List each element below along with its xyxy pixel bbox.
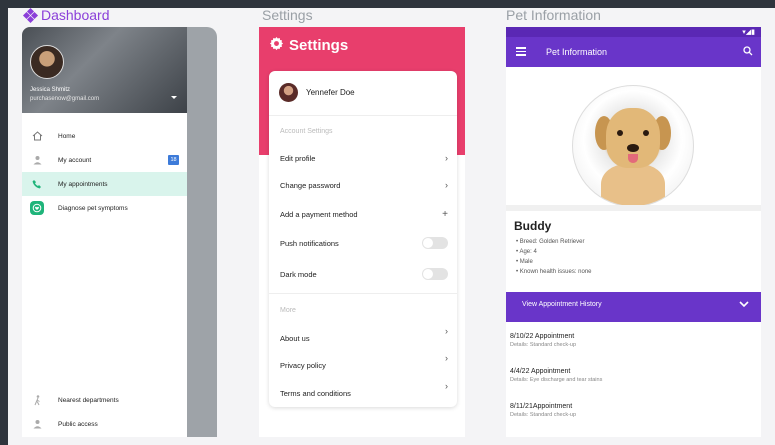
chevron-right-icon: › [445, 381, 448, 391]
sidebar-item-home[interactable]: Home [22, 124, 187, 148]
pet-information-screen: ▾◢▮ Pet Information Buddy Breed: Golden … [506, 27, 761, 437]
push-notifications-row: Push notifications [280, 236, 448, 250]
appointment-history-toggle[interactable]: View Appointment History [506, 292, 761, 322]
user-email: purchasenow@gmail.com [30, 96, 100, 102]
section-more: More [280, 307, 296, 314]
drawer-header: Jessica Shmitz purchasenow@gmail.com [22, 27, 187, 113]
chevron-right-icon: › [445, 180, 448, 190]
profile-row[interactable]: Yennefer Doe [279, 83, 355, 102]
add-payment-method-row[interactable]: Add a payment method + [280, 207, 448, 221]
chevron-right-icon: › [445, 153, 448, 163]
push-notifications-toggle[interactable] [422, 237, 448, 249]
sidebar-item-nearest-departments[interactable]: Nearest departments [22, 388, 187, 412]
avatar[interactable] [30, 45, 64, 79]
search-icon[interactable] [743, 46, 753, 59]
phone-icon [31, 178, 43, 190]
menu-icon[interactable] [516, 47, 526, 56]
person-icon [31, 154, 43, 166]
dark-mode-toggle[interactable] [422, 268, 448, 280]
profile-name: Yennefer Doe [306, 88, 355, 97]
terms-row[interactable]: Terms and conditions › [280, 381, 448, 400]
settings-list: Yennefer Doe Account Settings Edit profi… [269, 71, 457, 407]
privacy-policy-row[interactable]: Privacy policy › [280, 353, 448, 372]
app-bar-title: Pet Information [546, 47, 608, 57]
list-item[interactable]: 8/11/21Appointment Details: Standard che… [510, 403, 576, 418]
pet-name: Buddy [514, 219, 552, 233]
dashboard-drawer: Jessica Shmitz purchasenow@gmail.com Hom… [22, 27, 187, 437]
divider [506, 205, 761, 211]
chevron-down-icon[interactable] [171, 96, 177, 99]
settings-screen: Settings Yennefer Doe Account Settings E… [259, 27, 465, 437]
settings-title: Settings [269, 36, 348, 55]
list-item: Age: 4 [516, 247, 592, 257]
list-item[interactable]: 4/4/22 Appointment Details: Eye discharg… [510, 368, 602, 383]
list-item[interactable]: 8/10/22 Appointment Details: Standard ch… [510, 333, 576, 348]
count-badge: 18 [168, 155, 179, 165]
gear-icon [269, 36, 284, 55]
change-password-row[interactable]: Change password › [280, 178, 448, 192]
list-item: Known health issues: none [516, 267, 592, 277]
divider [269, 115, 457, 116]
sidebar-item-my-account[interactable]: My account 18 [22, 148, 187, 172]
avatar [279, 83, 298, 102]
chevron-right-icon: › [445, 353, 448, 363]
pet-photo [572, 85, 694, 207]
section-account-settings: Account Settings [280, 128, 333, 135]
dark-mode-row: Dark mode [280, 267, 448, 281]
status-bar: ▾◢▮ [506, 27, 761, 37]
dashboard-heading: Dashboard [22, 7, 110, 23]
edit-profile-row[interactable]: Edit profile › [280, 151, 448, 165]
plus-icon: + [442, 208, 448, 220]
person-icon [31, 418, 43, 430]
divider [269, 293, 457, 294]
user-name: Jessica Shmitz [30, 87, 71, 93]
signal-battery-icon: ▾◢▮ [742, 29, 755, 36]
diamond-logo-icon [22, 7, 39, 23]
list-item: Breed: Golden Retriever [516, 237, 592, 247]
settings-heading: Settings [262, 7, 313, 23]
pet-details-list: Breed: Golden Retriever Age: 4 Male Know… [516, 237, 592, 277]
list-item: Male [516, 257, 592, 267]
walk-icon [31, 394, 43, 406]
pet-information-heading: Pet Information [506, 7, 601, 23]
sidebar-item-diagnose[interactable]: Diagnose pet symptoms [22, 196, 187, 220]
heart-shield-icon [30, 201, 44, 215]
home-icon [31, 130, 43, 142]
app-bar: Pet Information [506, 37, 761, 67]
sidebar-item-public-access[interactable]: Public access [22, 412, 187, 436]
chevron-down-icon [739, 300, 749, 311]
about-us-row[interactable]: About us › [280, 326, 448, 345]
chevron-right-icon: › [445, 326, 448, 336]
sidebar-item-my-appointments[interactable]: My appointments [22, 172, 187, 196]
